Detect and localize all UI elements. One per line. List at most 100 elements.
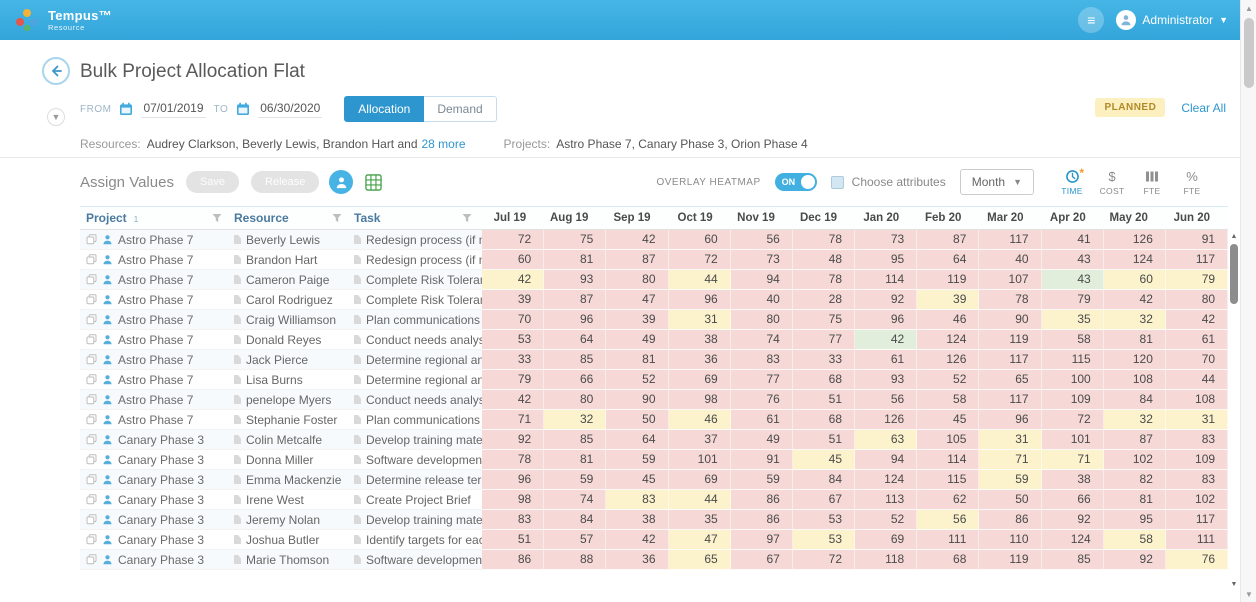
person-icon[interactable] xyxy=(102,354,113,365)
allocation-value-cell[interactable]: 119 xyxy=(979,550,1042,570)
allocation-value-cell[interactable]: 66 xyxy=(1041,490,1104,510)
allocation-value-cell[interactable]: 61 xyxy=(855,350,918,370)
allocation-value-cell[interactable]: 92 xyxy=(855,290,918,310)
allocation-value-cell[interactable]: 50 xyxy=(606,410,669,430)
allocation-value-cell[interactable]: 72 xyxy=(1041,410,1104,430)
allocation-value-cell[interactable]: 81 xyxy=(1103,330,1166,350)
allocation-value-cell[interactable]: 53 xyxy=(792,530,856,550)
allocation-value-cell[interactable]: 97 xyxy=(730,530,793,550)
allocation-value-cell[interactable]: 56 xyxy=(917,510,980,530)
allocation-value-cell[interactable]: 96 xyxy=(544,310,607,330)
allocation-value-cell[interactable]: 45 xyxy=(917,410,980,430)
allocation-value-cell[interactable]: 117 xyxy=(1165,510,1229,530)
allocation-value-cell[interactable]: 31 xyxy=(1165,410,1229,430)
task-cell[interactable]: Plan communications method... xyxy=(352,310,482,330)
allocation-value-cell[interactable]: 71 xyxy=(1041,450,1104,470)
allocation-value-cell[interactable]: 84 xyxy=(792,470,856,490)
collapse-panel-button[interactable]: ▼ xyxy=(47,108,65,126)
allocation-value-cell[interactable]: 59 xyxy=(544,470,607,490)
allocation-value-cell[interactable]: 113 xyxy=(855,490,918,510)
copy-icon[interactable] xyxy=(86,274,97,285)
allocation-value-cell[interactable]: 124 xyxy=(917,330,980,350)
allocation-value-cell[interactable]: 69 xyxy=(668,370,731,390)
allocation-value-cell[interactable]: 96 xyxy=(668,290,731,310)
copy-icon[interactable] xyxy=(86,514,97,525)
person-icon[interactable] xyxy=(102,494,113,505)
copy-icon[interactable] xyxy=(86,454,97,465)
allocation-value-cell[interactable]: 44 xyxy=(1165,370,1229,390)
allocation-tab[interactable]: Allocation xyxy=(344,96,425,122)
allocation-value-cell[interactable]: 87 xyxy=(917,230,980,250)
tempus-logo[interactable]: Tempus™ Resource xyxy=(14,7,112,33)
allocation-value-cell[interactable]: 80 xyxy=(1165,290,1229,310)
allocation-value-cell[interactable]: 51 xyxy=(792,430,856,450)
allocation-value-cell[interactable]: 77 xyxy=(730,370,793,390)
allocation-value-cell[interactable]: 68 xyxy=(792,410,856,430)
allocation-value-cell[interactable]: 86 xyxy=(730,510,793,530)
allocation-value-cell[interactable]: 86 xyxy=(482,550,545,570)
allocation-value-cell[interactable]: 114 xyxy=(917,450,980,470)
person-icon[interactable] xyxy=(102,514,113,525)
allocation-value-cell[interactable]: 28 xyxy=(792,290,856,310)
user-menu[interactable]: Administrator ▼ xyxy=(1116,10,1228,30)
tab-pct-fte[interactable]: % FTE xyxy=(1174,167,1210,198)
allocation-value-cell[interactable]: 35 xyxy=(668,510,731,530)
allocation-value-cell[interactable]: 115 xyxy=(917,470,980,490)
resource-cell[interactable]: Marie Thomson xyxy=(232,550,352,570)
allocation-value-cell[interactable]: 92 xyxy=(1041,510,1104,530)
allocation-value-cell[interactable]: 78 xyxy=(979,290,1042,310)
allocation-value-cell[interactable]: 64 xyxy=(544,330,607,350)
allocation-value-cell[interactable]: 80 xyxy=(544,390,607,410)
copy-icon[interactable] xyxy=(86,374,97,385)
task-cell[interactable]: Complete Risk Tolerance Asse... xyxy=(352,290,482,310)
resource-cell[interactable]: Craig Williamson xyxy=(232,310,352,330)
allocation-value-cell[interactable]: 45 xyxy=(792,450,856,470)
allocation-value-cell[interactable]: 93 xyxy=(855,370,918,390)
task-cell[interactable]: Identify targets for each camp... xyxy=(352,530,482,550)
allocation-value-cell[interactable]: 105 xyxy=(917,430,980,450)
person-icon[interactable] xyxy=(102,534,113,545)
copy-icon[interactable] xyxy=(86,534,97,545)
allocation-value-cell[interactable]: 42 xyxy=(482,390,545,410)
allocation-value-cell[interactable]: 108 xyxy=(1165,390,1229,410)
allocation-value-cell[interactable]: 95 xyxy=(1103,510,1166,530)
copy-icon[interactable] xyxy=(86,294,97,305)
allocation-value-cell[interactable]: 78 xyxy=(792,270,856,290)
task-cell[interactable]: Software development templa... xyxy=(352,550,482,570)
resource-cell[interactable]: Colin Metcalfe xyxy=(232,430,352,450)
allocation-value-cell[interactable]: 96 xyxy=(855,310,918,330)
allocation-value-cell[interactable]: 48 xyxy=(792,250,856,270)
task-column-header[interactable]: Task xyxy=(352,211,482,225)
copy-icon[interactable] xyxy=(86,354,97,365)
allocation-value-cell[interactable]: 32 xyxy=(544,410,607,430)
allocation-value-cell[interactable]: 39 xyxy=(917,290,980,310)
allocation-value-cell[interactable]: 94 xyxy=(730,270,793,290)
allocation-value-cell[interactable]: 74 xyxy=(730,330,793,350)
grid-scroll-thumb[interactable] xyxy=(1230,244,1238,304)
allocation-value-cell[interactable]: 85 xyxy=(1041,550,1104,570)
copy-icon[interactable] xyxy=(86,474,97,485)
person-icon[interactable] xyxy=(102,294,113,305)
allocation-value-cell[interactable]: 98 xyxy=(668,390,731,410)
allocation-value-cell[interactable]: 70 xyxy=(1165,350,1229,370)
allocation-value-cell[interactable]: 74 xyxy=(544,490,607,510)
person-icon[interactable] xyxy=(102,414,113,425)
allocation-value-cell[interactable]: 124 xyxy=(1103,250,1166,270)
allocation-value-cell[interactable]: 46 xyxy=(668,410,731,430)
allocation-value-cell[interactable]: 69 xyxy=(855,530,918,550)
allocation-value-cell[interactable]: 73 xyxy=(855,230,918,250)
allocation-value-cell[interactable]: 47 xyxy=(668,530,731,550)
allocation-value-cell[interactable]: 124 xyxy=(855,470,918,490)
allocation-value-cell[interactable]: 40 xyxy=(979,250,1042,270)
task-cell[interactable]: Develop training materials xyxy=(352,430,482,450)
allocation-value-cell[interactable]: 81 xyxy=(606,350,669,370)
assign-resource-button[interactable] xyxy=(329,170,354,194)
allocation-value-cell[interactable]: 87 xyxy=(606,250,669,270)
tab-fte[interactable]: FTE xyxy=(1134,167,1170,198)
allocation-value-cell[interactable]: 118 xyxy=(855,550,918,570)
resource-cell[interactable]: Jack Pierce xyxy=(232,350,352,370)
allocation-value-cell[interactable]: 43 xyxy=(1041,250,1104,270)
allocation-value-cell[interactable]: 98 xyxy=(482,490,545,510)
allocation-value-cell[interactable]: 59 xyxy=(606,450,669,470)
demand-tab[interactable]: Demand xyxy=(424,96,497,122)
